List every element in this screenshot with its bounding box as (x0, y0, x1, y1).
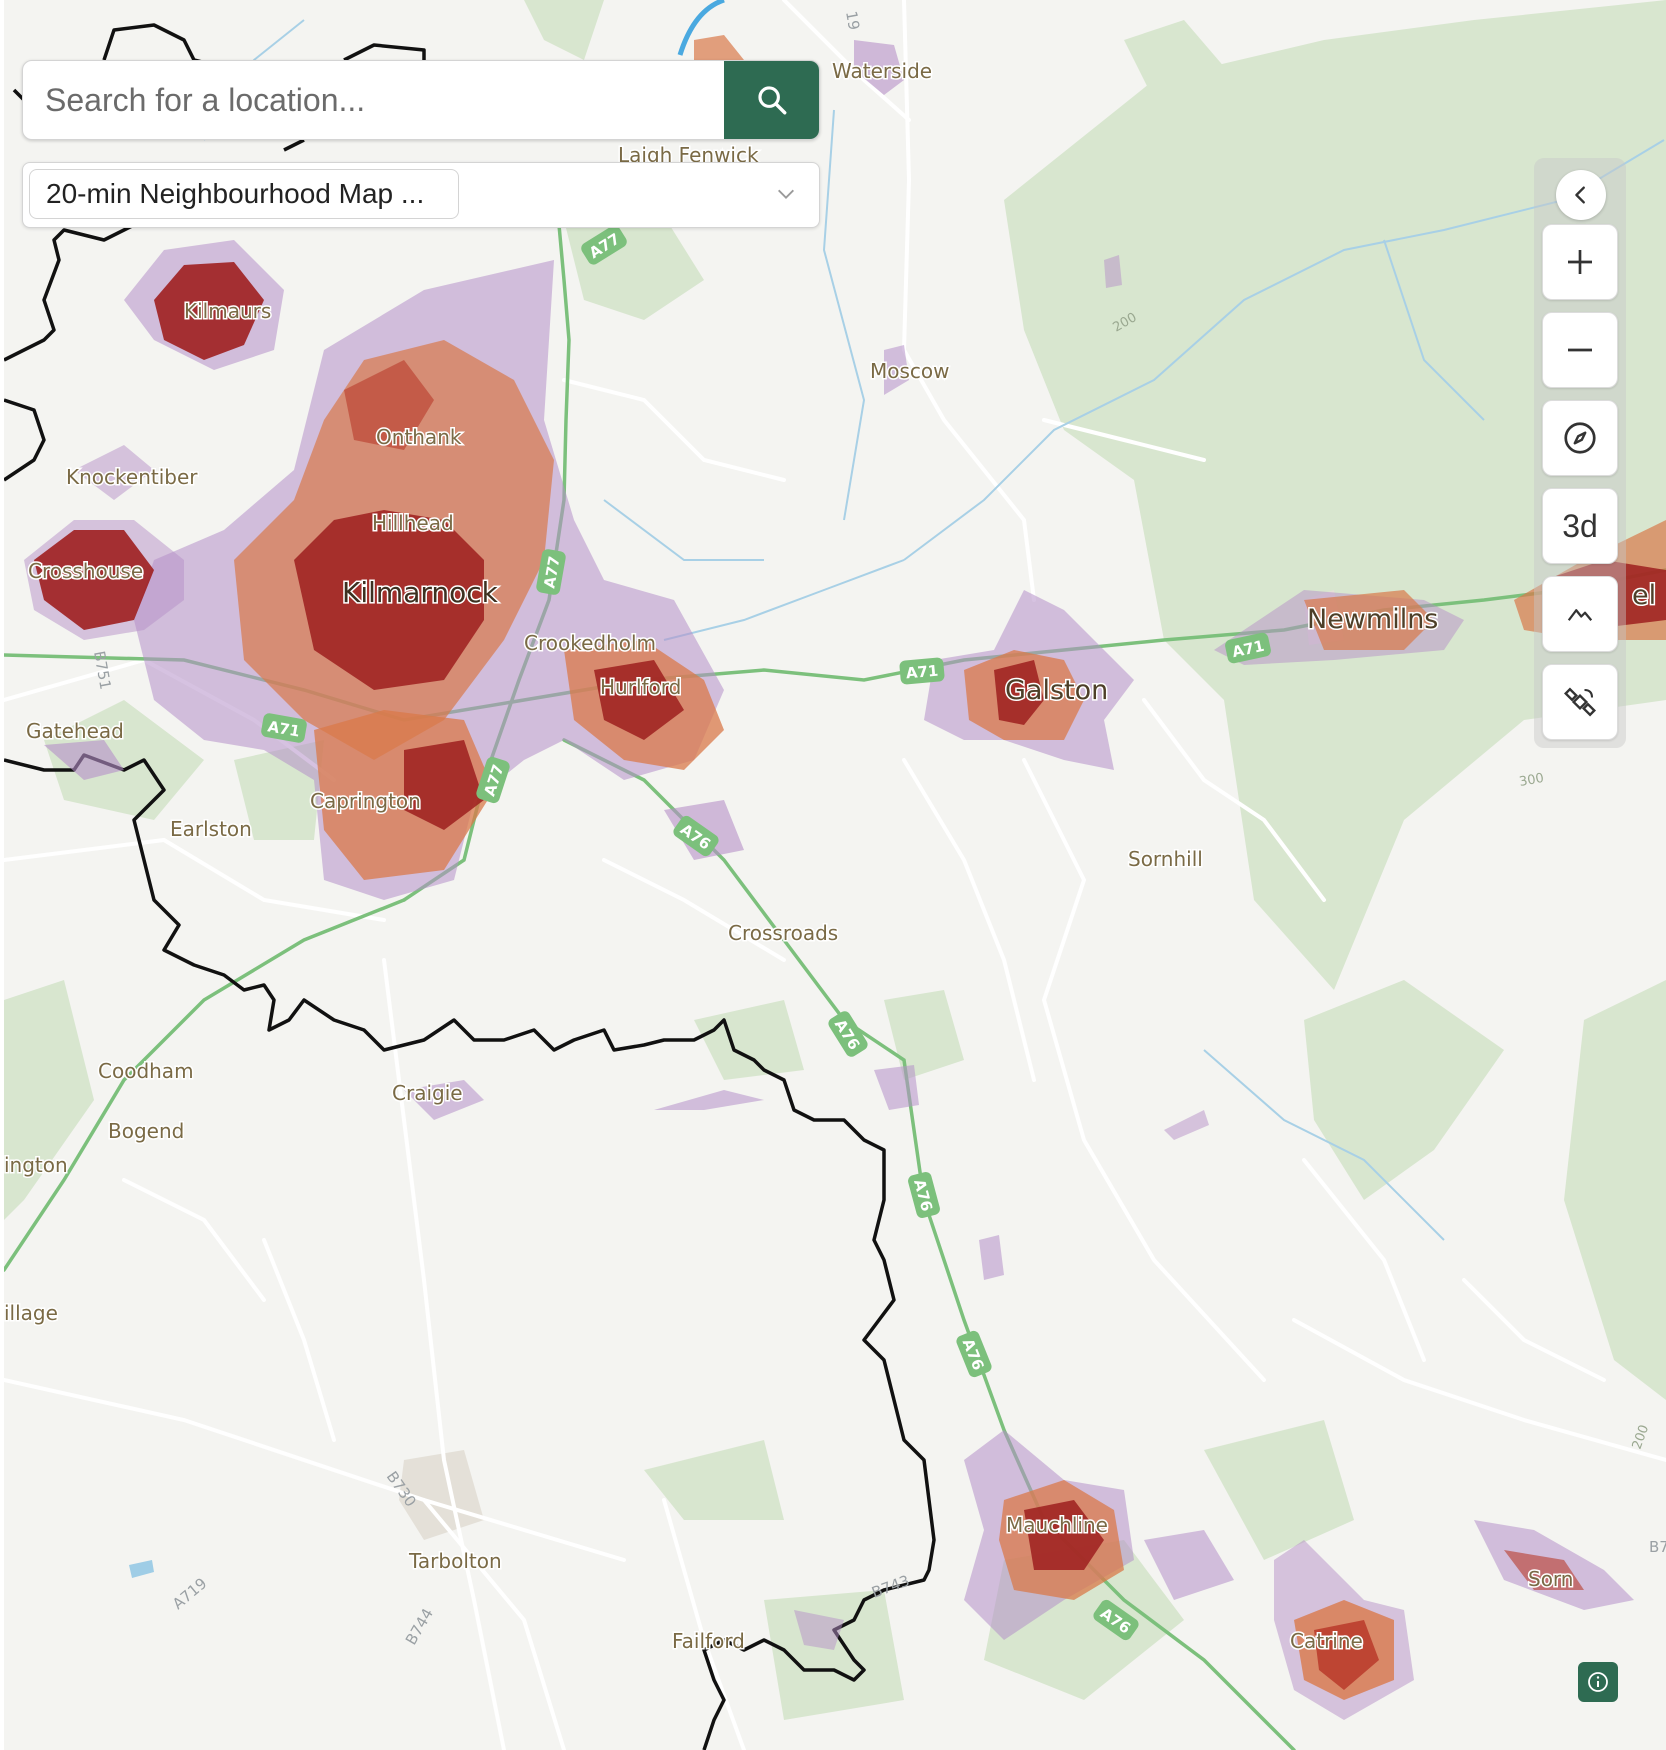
chevron-down-icon[interactable] (775, 183, 797, 205)
info-button[interactable] (1578, 1662, 1618, 1702)
plus-icon (1568, 250, 1592, 274)
place-mauchline: Mauchline (1006, 1513, 1108, 1537)
place-village: illage (4, 1301, 58, 1325)
basemap-style-button[interactable] (1542, 664, 1618, 740)
contour-label-300: 300 (1518, 771, 1545, 790)
minus-icon (1568, 348, 1592, 352)
place-hurlford: Hurlford (600, 675, 681, 699)
road-label-a719: A719 (169, 1574, 210, 1613)
place-caprington: Caprington (310, 789, 421, 813)
collapse-panel-button[interactable] (1556, 170, 1606, 220)
place-tarbolton: Tarbolton (408, 1549, 502, 1573)
place-kilmaurs: Kilmaurs (184, 299, 271, 323)
place-darvel: el (1632, 580, 1656, 611)
place-kilmarnock: Kilmarnock (342, 576, 499, 609)
road-shield-a76-south: A76 (956, 1330, 992, 1378)
compass-button[interactable] (1542, 400, 1618, 476)
place-moscow: Moscow (870, 359, 950, 383)
place-coodham: Coodham (98, 1059, 194, 1083)
contour-label-200-east: 200 (1630, 1423, 1653, 1451)
place-bogend: Bogend (108, 1119, 184, 1143)
search-input[interactable] (23, 61, 724, 139)
heat-zone-fragment-6 (1104, 255, 1122, 288)
place-failford: Failford (672, 1629, 745, 1653)
place-onthank: Onthank (376, 425, 462, 449)
place-crosshouse: Crosshouse (28, 559, 143, 583)
zoom-in-button[interactable] (1542, 224, 1618, 300)
toggle-3d-label: 3d (1562, 507, 1598, 544)
place-sorn: Sorn (1528, 1567, 1573, 1591)
satellite-icon (1563, 687, 1597, 717)
place-craigie: Craigie (392, 1081, 463, 1105)
zoom-out-button[interactable] (1542, 312, 1618, 388)
heat-zone-fragment-3 (874, 1065, 919, 1110)
place-hillhead: Hillhead (372, 511, 454, 535)
road-shield-a71-mid: A71 (899, 657, 945, 685)
map-view[interactable]: A77 A77 A77 A71 A71 A71 A76 A76 A76 A76 … (4, 0, 1666, 1750)
road-label-b744: B744 (402, 1605, 437, 1648)
compass-icon (1564, 422, 1596, 454)
layer-selected-value[interactable]: 20-min Neighbourhood Map ... (29, 169, 459, 219)
place-knockentiber: Knockentiber (66, 465, 198, 489)
search-button[interactable] (724, 61, 819, 139)
road-label-north: 19 (842, 10, 863, 32)
road-shield-a76-lower: A76 (908, 1171, 940, 1219)
place-symington: ington (4, 1153, 68, 1177)
place-newmilns: Newmilns (1307, 604, 1438, 635)
search-bar (22, 60, 820, 140)
heat-zone-fragment-7 (1164, 1110, 1209, 1140)
search-icon (757, 86, 786, 115)
heat-zone-fragment-5 (979, 1235, 1004, 1280)
loch-feature (129, 1560, 154, 1578)
place-catrine: Catrine (1290, 1629, 1363, 1653)
mountain-icon (1567, 609, 1593, 621)
heat-zone-south-fragment (654, 1090, 764, 1110)
info-icon (1588, 1672, 1608, 1692)
road-label-b743: B743 (869, 1572, 912, 1602)
basemap: A77 A77 A77 A71 A71 A71 A76 A76 A76 A76 … (4, 0, 1666, 1750)
place-crookedholm: Crookedholm (524, 631, 656, 655)
green-areas (4, 0, 1666, 1720)
place-earlston: Earlston (170, 817, 252, 841)
toggle-3d-button[interactable]: 3d (1542, 488, 1618, 564)
place-sornhill: Sornhill (1128, 847, 1203, 871)
layer-select[interactable]: 20-min Neighbourhood Map ... (22, 162, 820, 228)
place-galston: Galston (1005, 675, 1108, 706)
chevron-left-icon (1575, 186, 1585, 204)
place-waterside: Waterside (832, 59, 932, 83)
road-label-a71: A71 (905, 662, 939, 683)
place-gatehead: Gatehead (26, 719, 124, 743)
road-label-b7: B7 (1649, 1538, 1666, 1556)
road-label-b751: B751 (90, 650, 114, 691)
terrain-button[interactable] (1542, 576, 1618, 652)
place-crossroads: Crossroads (728, 921, 838, 945)
